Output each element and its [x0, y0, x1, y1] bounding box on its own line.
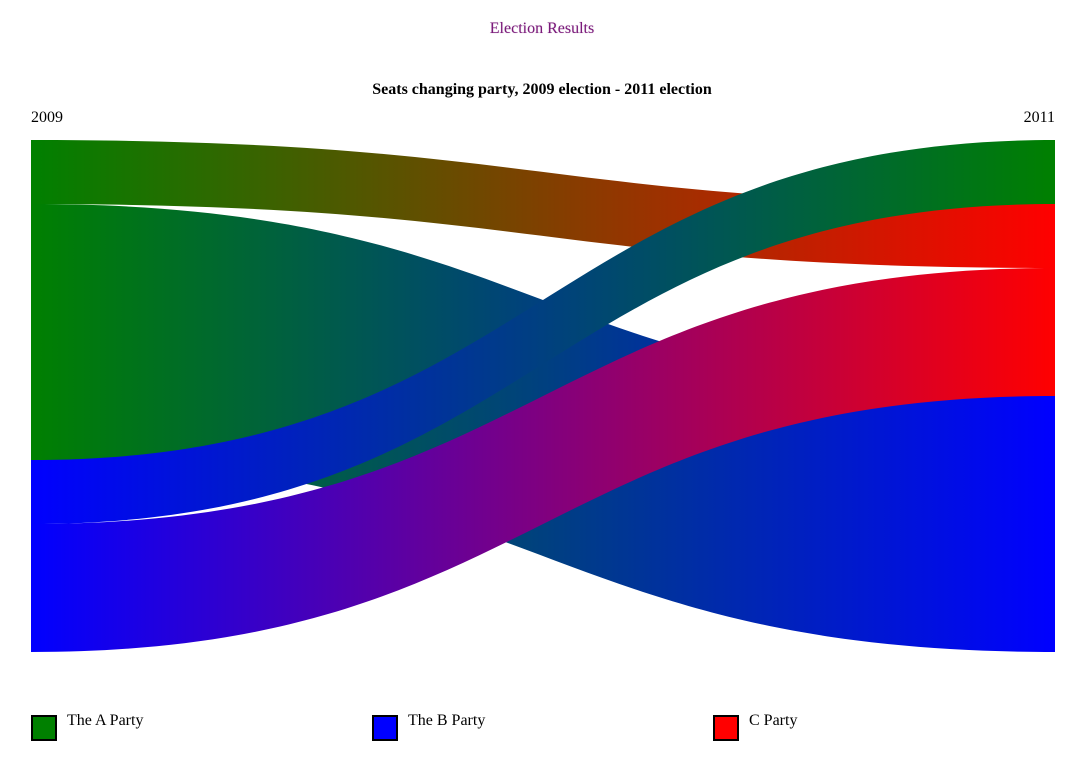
legend-label: The B Party: [408, 712, 486, 729]
legend-swatch-a-party: [31, 715, 57, 741]
legend-swatch-b-party: [372, 715, 398, 741]
legend-label: The A Party: [67, 712, 144, 729]
legend: The A Party The B Party C Party: [0, 712, 1084, 752]
legend-swatch-c-party: [713, 715, 739, 741]
legend-label: C Party: [749, 712, 798, 729]
sankey-chart: [31, 140, 1055, 652]
